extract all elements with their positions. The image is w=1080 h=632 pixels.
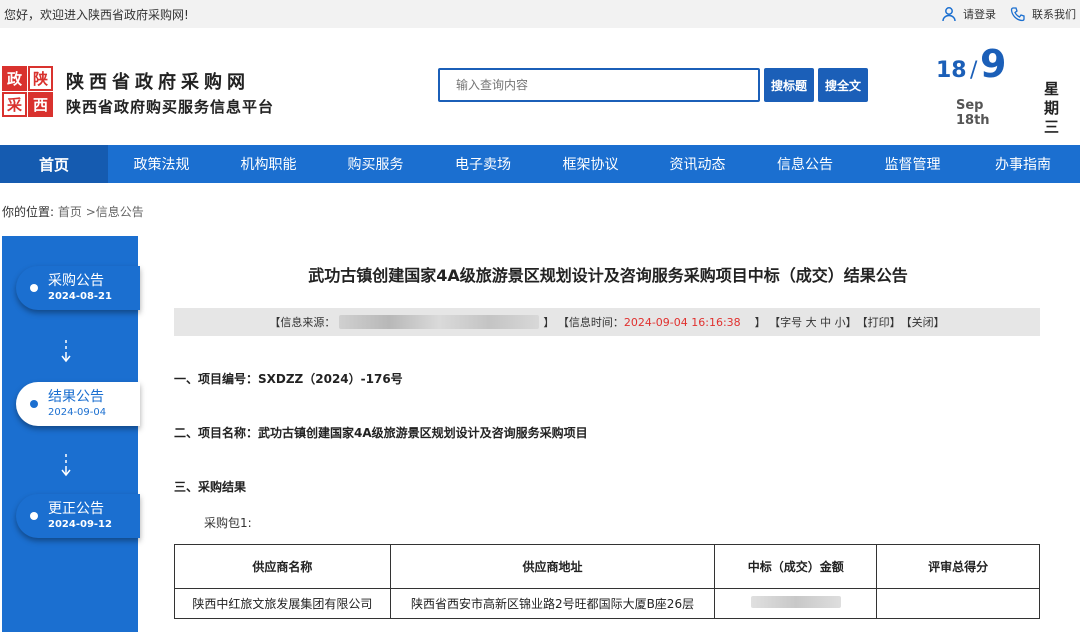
header: 政 陕 采 西 陕西省政府采购网 陕西省政府购买服务信息平台 搜标题 搜全文 1…: [0, 28, 1080, 144]
sidebar-item-correction-notice[interactable]: 更正公告 2024-09-12: [16, 494, 140, 538]
nav-item-announcements[interactable]: 信息公告: [751, 145, 859, 183]
nav-item-news[interactable]: 资讯动态: [644, 145, 751, 183]
nav-item-home[interactable]: 首页: [0, 145, 108, 183]
table-row: 陕西中红旅文旅发展集团有限公司 陕西省西安市高新区锦业路2号旺都国际大厦B座26…: [174, 588, 1040, 619]
close-link[interactable]: 【关闭】: [901, 314, 945, 330]
section-project-number: 一、项目编号：SXDZZ（2024）-176号: [174, 372, 403, 386]
arrow-down-icon: [61, 340, 71, 363]
site-title: 陕西省政府采购网: [66, 72, 250, 93]
redacted-source: [339, 315, 540, 329]
table-header: 供应商名称: [174, 544, 391, 589]
logo-cell: 西: [28, 92, 53, 117]
search-bar: 搜标题 搜全文: [438, 68, 869, 102]
nav-item-purchase-services[interactable]: 购买服务: [322, 145, 429, 183]
search-input[interactable]: [438, 68, 760, 102]
sidebar-item-date: 2024-08-21: [48, 291, 112, 302]
main-nav: 首页 政策法规 机构职能 购买服务 电子卖场 框架协议 资讯动态 信息公告 监督…: [0, 145, 1080, 183]
phone-icon: [1010, 7, 1025, 22]
table-header: 评审总得分: [876, 544, 1040, 589]
top-bar: 您好，欢迎进入陕西省政府采购网! 请登录 联系我们: [0, 0, 1080, 28]
bullet-dot: [30, 284, 38, 292]
contact-link[interactable]: 联系我们: [1010, 6, 1076, 22]
date-month: 9: [980, 42, 1007, 86]
sidebar-item-title: 采购公告: [48, 273, 104, 289]
section-result-heading: 三、采购结果: [174, 480, 247, 494]
table-header-row: 供应商名称 供应商地址 中标（成交）金额 评审总得分: [174, 544, 1040, 589]
search-title-button[interactable]: 搜标题: [764, 68, 815, 102]
sidebar-item-title: 结果公告: [48, 389, 104, 405]
weekday: 星期三: [1044, 80, 1060, 136]
sidebar-item-date: 2024-09-04: [48, 407, 107, 418]
contact-label: 联系我们: [1032, 8, 1076, 21]
package-label: 采购包1:: [204, 516, 252, 530]
info-time: 2024-09-04 16:16:38: [623, 315, 741, 329]
nav-item-framework[interactable]: 框架协议: [537, 145, 644, 183]
award-amount: [714, 588, 878, 619]
bullet-dot: [30, 512, 38, 520]
top-links: 请登录 联系我们: [941, 6, 1076, 22]
section-project-name: 二、项目名称：武功古镇创建国家4A级旅游景区规划设计及咨询服务采购项目: [174, 426, 588, 440]
sidebar-item-result-notice[interactable]: 结果公告 2024-09-04: [16, 382, 140, 426]
article-title: 武功古镇创建国家4A级旅游景区规划设计及咨询服务采购项目中标（成交）结果公告: [308, 266, 908, 285]
supplier-name: 陕西中红旅文旅发展集团有限公司: [174, 588, 391, 619]
nav-item-agencies[interactable]: 机构职能: [215, 145, 322, 183]
font-size-controls[interactable]: 】 【字号 大 中 小】: [755, 314, 857, 330]
breadcrumb-label: 你的位置:: [2, 205, 55, 219]
date-display: 18 / 9 Sep 18th: [936, 40, 1016, 128]
bullet-dot: [30, 400, 38, 408]
breadcrumb-path[interactable]: 首页 >信息公告: [58, 205, 144, 219]
info-bar: 【信息来源： 】 【信息时间： 2024-09-04 16:16:38 】 【字…: [174, 308, 1040, 336]
sidebar-item-title: 更正公告: [48, 501, 104, 517]
info-time-label: 】 【信息时间：: [543, 316, 624, 329]
nav-item-supervision[interactable]: 监督管理: [859, 145, 966, 183]
sidebar-item-date: 2024-09-12: [48, 519, 112, 530]
review-score: [876, 588, 1040, 619]
result-table: 供应商名称 供应商地址 中标（成交）金额 评审总得分 陕西中红旅文旅发展集团有限…: [174, 544, 1040, 619]
print-link[interactable]: 【打印】: [857, 314, 901, 330]
arrow-down-icon: [61, 454, 71, 477]
date-slash: /: [970, 58, 978, 83]
table-header: 供应商地址: [389, 544, 716, 589]
logo-cell: 采: [2, 92, 27, 117]
nav-item-policy[interactable]: 政策法规: [108, 145, 215, 183]
date-day: 18: [936, 58, 967, 83]
timeline-sidebar: 采购公告 2024-08-21 结果公告 2024-09-04 更正公告 202…: [2, 236, 140, 632]
site-logo[interactable]: 政 陕 采 西: [2, 66, 54, 118]
table-header: 中标（成交）金额: [714, 544, 878, 589]
site-subtitle: 陕西省政府购买服务信息平台: [66, 98, 275, 116]
nav-item-guide[interactable]: 办事指南: [966, 145, 1080, 183]
welcome-text: 您好，欢迎进入陕西省政府采购网!: [4, 8, 189, 22]
sidebar-item-procurement-notice[interactable]: 采购公告 2024-08-21: [16, 266, 140, 310]
login-label: 请登录: [963, 8, 996, 21]
redacted-amount: [750, 596, 841, 608]
search-fulltext-button[interactable]: 搜全文: [818, 68, 869, 102]
logo-cell: 陕: [28, 66, 53, 91]
date-english: Sep 18th: [956, 98, 990, 128]
nav-item-e-mall[interactable]: 电子卖场: [429, 145, 537, 183]
breadcrumb: 你的位置: 首页 >信息公告: [2, 203, 144, 220]
info-source-label: 【信息来源：: [269, 316, 336, 329]
supplier-address: 陕西省西安市高新区锦业路2号旺都国际大厦B座26层: [389, 588, 716, 619]
user-icon: [942, 7, 956, 22]
article-content: 武功古镇创建国家4A级旅游景区规划设计及咨询服务采购项目中标（成交）结果公告 【…: [138, 236, 1080, 632]
logo-cell: 政: [2, 66, 27, 91]
login-link[interactable]: 请登录: [941, 6, 996, 22]
